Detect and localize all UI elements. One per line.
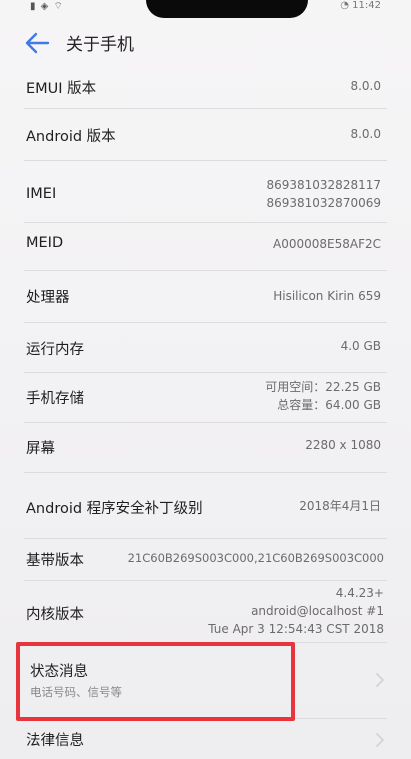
row-value: A000008E58AF2C: [273, 237, 381, 251]
row-value: 2280 x 1080: [305, 438, 381, 452]
row-value: 869381032828117 869381032870069: [266, 176, 381, 212]
row-kernel: 内核版本 4.4.23+ android@localhost #1 Tue Ap…: [0, 582, 411, 640]
row-baseband: 基带版本 21C60B269S003C000,21C60B269S003C000: [0, 540, 411, 580]
row-ram: 运行内存 4.0 GB: [0, 324, 411, 372]
chevron-right-icon: [375, 672, 385, 687]
divider: [24, 160, 387, 161]
row-label: 基带版本: [26, 553, 84, 569]
row-screen: 屏幕 2280 x 1080: [0, 424, 411, 470]
row-label: 手机存储: [26, 391, 84, 407]
row-label: 屏幕: [26, 441, 55, 457]
storage-available: 可用空间：22.25 GB: [265, 380, 381, 394]
about-phone-screen: ▮ ◈ ⌔ ◔ 11:42 关于手机 EMUI 版本 8.0.0 Android…: [0, 0, 411, 759]
divider: [24, 222, 387, 223]
row-label: 运行内存: [26, 342, 84, 358]
divider: [24, 538, 387, 539]
divider: [24, 580, 387, 581]
camera-notch: [146, 0, 308, 18]
imei-1: 869381032828117: [266, 178, 381, 192]
row-label: Android 程序安全补丁级别: [26, 501, 203, 517]
row-legal-info[interactable]: 法律信息: [0, 720, 411, 759]
storage-total: 总容量：64.00 GB: [277, 398, 381, 412]
row-android-version: Android 版本 8.0.0: [0, 110, 411, 158]
chevron-right-icon: [375, 732, 385, 747]
row-value: 8.0.0: [350, 79, 381, 93]
row-processor: 处理器 Hisilicon Kirin 659: [0, 272, 411, 320]
status-icons-left: ▮ ◈ ⌔: [30, 1, 64, 12]
divider: [24, 270, 387, 271]
row-value: 4.4.23+ android@localhost #1 Tue Apr 3 1…: [208, 584, 384, 638]
row-imei: IMEI 869381032828117 869381032870069: [0, 162, 411, 226]
divider: [24, 718, 387, 719]
kernel-date: Tue Apr 3 12:54:43 CST 2018: [208, 622, 384, 636]
row-sublabel: 电话号码、信号等: [30, 685, 122, 699]
row-security-patch: Android 程序安全补丁级别 2018年4月1日: [0, 474, 411, 538]
row-label: 法律信息: [26, 733, 84, 749]
divider: [24, 108, 387, 109]
row-status-info[interactable]: 状态消息 电话号码、信号等: [0, 644, 411, 716]
status-icons-right: ◔ 11:42: [340, 0, 381, 11]
row-value: 8.0.0: [350, 127, 381, 141]
row-value: 4.0 GB: [340, 339, 381, 353]
row-label: 状态消息: [30, 664, 88, 680]
divider: [24, 322, 387, 323]
row-storage: 手机存储 可用空间：22.25 GB 总容量：64.00 GB: [0, 374, 411, 422]
row-meid: MEID A000008E58AF2C: [0, 224, 411, 268]
row-label: IMEI: [26, 186, 57, 202]
row-value: 可用空间：22.25 GB 总容量：64.00 GB: [265, 378, 381, 414]
back-arrow-icon[interactable]: [24, 32, 50, 54]
row-label: EMUI 版本: [26, 81, 97, 97]
divider: [24, 642, 387, 643]
kernel-version: 4.4.23+: [335, 586, 384, 600]
row-value: 21C60B269S003C000,21C60B269S003C000: [127, 551, 384, 565]
divider: [24, 422, 387, 423]
row-value: Hisilicon Kirin 659: [273, 289, 381, 303]
row-emui-version: EMUI 版本 8.0.0: [0, 66, 411, 106]
page-title: 关于手机: [66, 35, 134, 55]
row-label: 内核版本: [26, 607, 84, 623]
row-label: MEID: [26, 235, 64, 251]
divider: [24, 472, 387, 473]
row-label: Android 版本: [26, 129, 116, 145]
divider: [24, 372, 387, 373]
kernel-host: android@localhost #1: [251, 604, 384, 618]
row-value: 2018年4月1日: [299, 499, 381, 513]
header: 关于手机: [0, 22, 411, 64]
row-label: 处理器: [26, 290, 70, 306]
status-bar: ▮ ◈ ⌔ ◔ 11:42: [0, 0, 411, 18]
imei-2: 869381032870069: [266, 196, 381, 210]
